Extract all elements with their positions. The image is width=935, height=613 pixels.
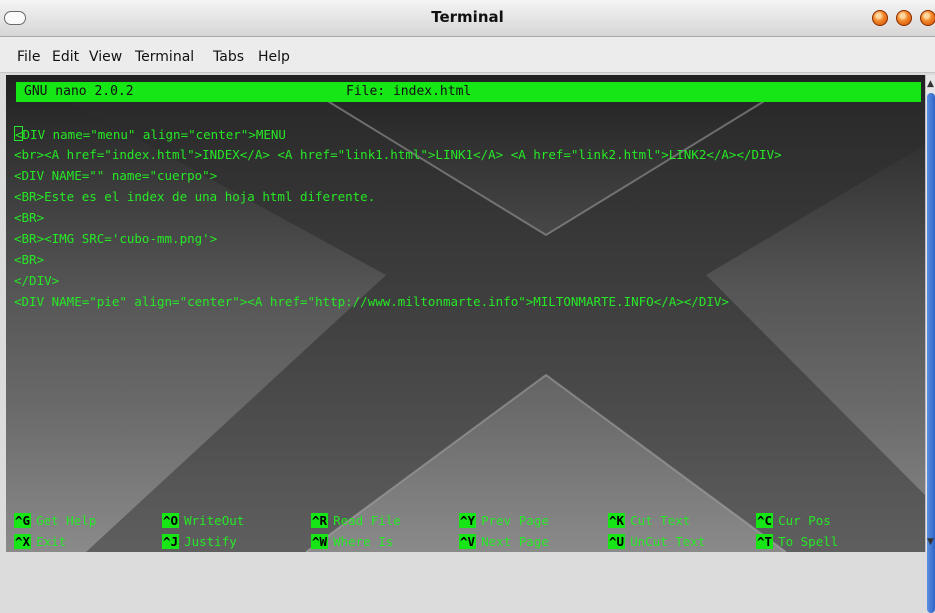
menu-bar: File Edit View Terminal Tabs Help (0, 37, 935, 73)
nano-version: GNU nano 2.0.2 (24, 84, 134, 99)
editor-line: <BR>Este es el index de una hoja html di… (14, 189, 376, 204)
title-bar: Terminal (0, 0, 935, 37)
menu-file[interactable]: File (17, 49, 40, 65)
shortcut-exit[interactable]: ^X Exit (14, 534, 66, 549)
shortcut-next-page[interactable]: ^V Next Page (459, 534, 549, 549)
shortcut-writeout[interactable]: ^O WriteOut (162, 513, 244, 528)
menu-edit[interactable]: Edit (52, 49, 79, 65)
shortcut-read-file[interactable]: ^R Read File (311, 513, 401, 528)
shortcut-cur-pos[interactable]: ^C Cur Pos (756, 513, 831, 528)
editor-line: <BR> (14, 210, 45, 225)
editor-line: </DIV> (14, 273, 60, 288)
close-icon[interactable] (920, 10, 935, 26)
shortcut-where-is[interactable]: ^W Where Is (311, 534, 393, 549)
menu-tabs[interactable]: Tabs (213, 49, 244, 65)
window-title: Terminal (431, 8, 504, 26)
editor-line: <BR><IMG SRC='cubo-mm.png'> (14, 231, 218, 246)
shortcut-justify[interactable]: ^J Justify (162, 534, 237, 549)
nano-title-bar: GNU nano 2.0.2 File: index.html (16, 82, 921, 102)
nano-filename: File: index.html (346, 84, 472, 99)
scroll-down-icon[interactable]: ▼ (927, 537, 934, 547)
editor-line: <br><A href="index.html">INDEX</A> <A hr… (14, 147, 782, 162)
editor-line: <BR> (14, 252, 45, 267)
vertical-scrollbar[interactable]: ▲ ▼ (925, 75, 935, 613)
menu-help[interactable]: Help (258, 49, 290, 65)
scroll-up-icon[interactable]: ▲ (927, 79, 934, 89)
editor-line: <DIV NAME="" name="cuerpo"> (14, 168, 218, 183)
editor-line: <DIV name="menu" align="center">MENU (14, 126, 286, 142)
shortcut-get-help[interactable]: ^G Get Help (14, 513, 96, 528)
scrollbar-thumb[interactable] (927, 93, 935, 613)
shortcut-uncut-text[interactable]: ^U UnCut Text (608, 534, 705, 549)
minimize-icon[interactable] (872, 10, 888, 26)
menu-terminal[interactable]: Terminal (135, 49, 194, 65)
maximize-icon[interactable] (896, 10, 912, 26)
shortcut-cut-text[interactable]: ^K Cut Text (608, 513, 690, 528)
terminal-area[interactable]: GNU nano 2.0.2 File: index.html <DIV nam… (6, 75, 925, 552)
editor-line: <DIV NAME="pie" align="center"><A href="… (14, 294, 729, 309)
shortcut-prev-page[interactable]: ^Y Prev Page (459, 513, 549, 528)
menu-view[interactable]: View (89, 49, 122, 65)
shortcut-to-spell[interactable]: ^T To Spell (756, 534, 838, 549)
